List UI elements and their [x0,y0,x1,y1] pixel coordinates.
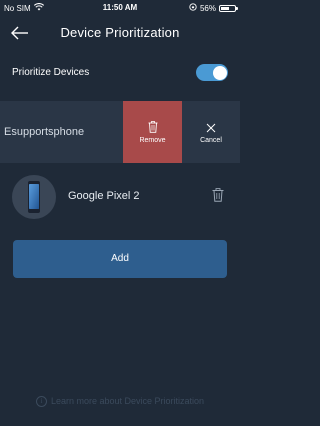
device-avatar [12,175,56,219]
add-button[interactable]: Add [13,240,227,278]
trash-icon [212,188,224,202]
phone-icon [28,181,40,213]
cancel-label: Cancel [200,137,222,144]
prioritize-row: Prioritize Devices [12,64,228,82]
cancel-button[interactable]: Cancel [182,101,240,163]
prioritize-label: Prioritize Devices [12,67,90,78]
battery-icon [219,4,238,12]
info-icon: i [35,396,47,408]
lock-rotation-icon [189,3,197,13]
prioritize-toggle[interactable] [196,64,228,81]
remove-button[interactable]: Remove [123,101,182,163]
close-icon [206,120,216,138]
battery-percent: 56% [199,3,216,13]
delete-device-button[interactable] [212,188,224,202]
page-title: Device Prioritization [60,25,180,40]
device-row[interactable]: Google Pixel 2 [0,173,240,219]
swiped-device-name: Esupportsphone [4,126,85,138]
toggle-knob [212,65,227,80]
swiped-device-row: Esupportsphone Remove Cancel [0,101,240,163]
header: Device Prioritization [0,18,240,48]
trash-icon [148,120,158,138]
status-bar: No SIM 11:50 AM 56% [0,0,240,14]
learn-more-text: Learn more about Device Prioritization [50,396,205,406]
screen: No SIM 11:50 AM 56% Device Prioritizatio… [0,0,240,426]
device-name: Google Pixel 2 [68,190,140,202]
remove-label: Remove [139,137,166,144]
status-right: 56% [189,3,238,13]
learn-more-link[interactable]: i Learn more about Device Prioritization [0,396,240,410]
